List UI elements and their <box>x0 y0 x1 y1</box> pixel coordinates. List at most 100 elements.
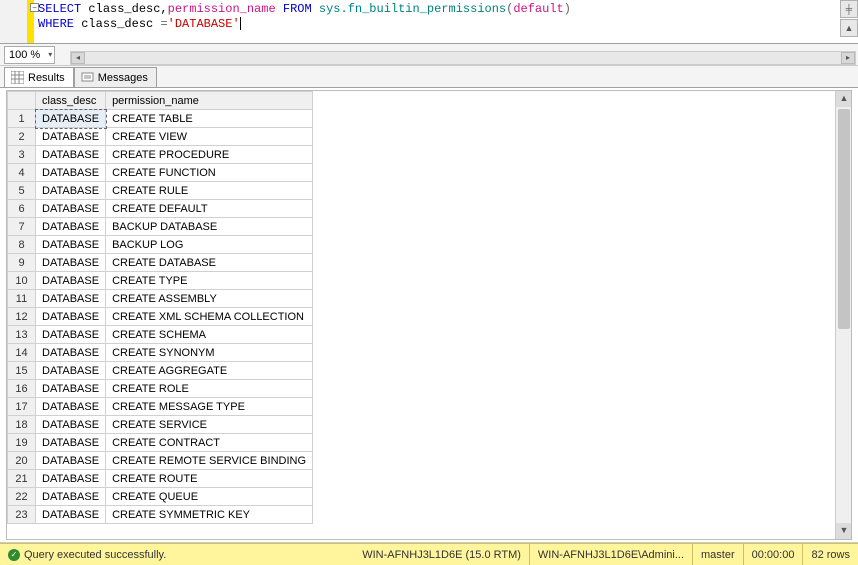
cell-class-desc[interactable]: DATABASE <box>36 380 106 398</box>
cell-permission-name[interactable]: CREATE VIEW <box>106 128 313 146</box>
cell-class-desc[interactable]: DATABASE <box>36 110 106 128</box>
cell-class-desc[interactable]: DATABASE <box>36 128 106 146</box>
cell-permission-name[interactable]: CREATE REMOTE SERVICE BINDING <box>106 452 313 470</box>
zoom-select[interactable]: 100 % <box>4 46 55 64</box>
row-number[interactable]: 2 <box>8 128 36 146</box>
row-number[interactable]: 13 <box>8 326 36 344</box>
vscroll-down-icon[interactable]: ▼ <box>836 523 852 539</box>
table-row[interactable]: 5DATABASECREATE RULE <box>8 182 313 200</box>
vscroll-up-icon[interactable]: ▲ <box>836 91 852 107</box>
cell-class-desc[interactable]: DATABASE <box>36 416 106 434</box>
table-row[interactable]: 6DATABASECREATE DEFAULT <box>8 200 313 218</box>
editor-scroll-up-icon[interactable]: ▲ <box>840 19 858 37</box>
cell-permission-name[interactable]: CREATE SYNONYM <box>106 344 313 362</box>
cell-class-desc[interactable]: DATABASE <box>36 434 106 452</box>
cell-class-desc[interactable]: DATABASE <box>36 164 106 182</box>
cell-class-desc[interactable]: DATABASE <box>36 290 106 308</box>
cell-class-desc[interactable]: DATABASE <box>36 326 106 344</box>
cell-permission-name[interactable]: CREATE PROCEDURE <box>106 146 313 164</box>
tab-messages[interactable]: Messages <box>74 67 157 87</box>
table-row[interactable]: 22DATABASECREATE QUEUE <box>8 488 313 506</box>
editor-splitter-icon[interactable]: ╪ <box>840 0 858 18</box>
cell-permission-name[interactable]: BACKUP DATABASE <box>106 218 313 236</box>
cell-class-desc[interactable]: DATABASE <box>36 398 106 416</box>
table-row[interactable]: 16DATABASECREATE ROLE <box>8 380 313 398</box>
cell-class-desc[interactable]: DATABASE <box>36 452 106 470</box>
results-grid[interactable]: class_desc permission_name 1DATABASECREA… <box>7 91 313 524</box>
cell-permission-name[interactable]: CREATE DEFAULT <box>106 200 313 218</box>
table-row[interactable]: 17DATABASECREATE MESSAGE TYPE <box>8 398 313 416</box>
cell-class-desc[interactable]: DATABASE <box>36 182 106 200</box>
row-number[interactable]: 17 <box>8 398 36 416</box>
row-number[interactable]: 8 <box>8 236 36 254</box>
cell-class-desc[interactable]: DATABASE <box>36 344 106 362</box>
cell-permission-name[interactable]: CREATE AGGREGATE <box>106 362 313 380</box>
cell-class-desc[interactable]: DATABASE <box>36 470 106 488</box>
table-row[interactable]: 12DATABASECREATE XML SCHEMA COLLECTION <box>8 308 313 326</box>
table-row[interactable]: 7DATABASEBACKUP DATABASE <box>8 218 313 236</box>
row-number[interactable]: 4 <box>8 164 36 182</box>
row-number[interactable]: 12 <box>8 308 36 326</box>
row-number[interactable]: 20 <box>8 452 36 470</box>
cell-permission-name[interactable]: CREATE SYMMETRIC KEY <box>106 506 313 524</box>
cell-class-desc[interactable]: DATABASE <box>36 254 106 272</box>
cell-permission-name[interactable]: CREATE DATABASE <box>106 254 313 272</box>
row-number[interactable]: 9 <box>8 254 36 272</box>
cell-class-desc[interactable]: DATABASE <box>36 308 106 326</box>
vscroll-thumb[interactable] <box>838 109 850 329</box>
table-row[interactable]: 21DATABASECREATE ROUTE <box>8 470 313 488</box>
row-number[interactable]: 5 <box>8 182 36 200</box>
row-number[interactable]: 18 <box>8 416 36 434</box>
cell-permission-name[interactable]: CREATE ASSEMBLY <box>106 290 313 308</box>
table-row[interactable]: 18DATABASECREATE SERVICE <box>8 416 313 434</box>
cell-class-desc[interactable]: DATABASE <box>36 236 106 254</box>
cell-class-desc[interactable]: DATABASE <box>36 272 106 290</box>
grid-corner[interactable] <box>8 92 36 110</box>
table-row[interactable]: 10DATABASECREATE TYPE <box>8 272 313 290</box>
cell-permission-name[interactable]: BACKUP LOG <box>106 236 313 254</box>
cell-permission-name[interactable]: CREATE FUNCTION <box>106 164 313 182</box>
sql-editor[interactable]: − SELECT class_desc,permission_name FROM… <box>0 0 858 44</box>
table-row[interactable]: 1DATABASECREATE TABLE <box>8 110 313 128</box>
row-number[interactable]: 22 <box>8 488 36 506</box>
row-number[interactable]: 14 <box>8 344 36 362</box>
col-permission-name[interactable]: permission_name <box>106 92 313 110</box>
cell-permission-name[interactable]: CREATE SERVICE <box>106 416 313 434</box>
cell-class-desc[interactable]: DATABASE <box>36 488 106 506</box>
cell-class-desc[interactable]: DATABASE <box>36 506 106 524</box>
cell-permission-name[interactable]: CREATE SCHEMA <box>106 326 313 344</box>
table-row[interactable]: 8DATABASEBACKUP LOG <box>8 236 313 254</box>
row-number[interactable]: 3 <box>8 146 36 164</box>
row-number[interactable]: 23 <box>8 506 36 524</box>
cell-permission-name[interactable]: CREATE ROUTE <box>106 470 313 488</box>
table-row[interactable]: 15DATABASECREATE AGGREGATE <box>8 362 313 380</box>
editor-hscroll[interactable]: ◂ ▸ <box>70 51 856 65</box>
table-row[interactable]: 2DATABASECREATE VIEW <box>8 128 313 146</box>
table-row[interactable]: 19DATABASECREATE CONTRACT <box>8 434 313 452</box>
col-class-desc[interactable]: class_desc <box>36 92 106 110</box>
table-row[interactable]: 13DATABASECREATE SCHEMA <box>8 326 313 344</box>
results-vscroll[interactable]: ▲ ▼ <box>835 91 851 539</box>
editor-text[interactable]: SELECT class_desc,permission_name FROM s… <box>38 2 834 32</box>
cell-permission-name[interactable]: CREATE ROLE <box>106 380 313 398</box>
table-row[interactable]: 20DATABASECREATE REMOTE SERVICE BINDING <box>8 452 313 470</box>
row-number[interactable]: 10 <box>8 272 36 290</box>
row-number[interactable]: 15 <box>8 362 36 380</box>
row-number[interactable]: 7 <box>8 218 36 236</box>
cell-permission-name[interactable]: CREATE MESSAGE TYPE <box>106 398 313 416</box>
table-row[interactable]: 3DATABASECREATE PROCEDURE <box>8 146 313 164</box>
cell-class-desc[interactable]: DATABASE <box>36 200 106 218</box>
cell-permission-name[interactable]: CREATE QUEUE <box>106 488 313 506</box>
row-number[interactable]: 19 <box>8 434 36 452</box>
row-number[interactable]: 6 <box>8 200 36 218</box>
row-number[interactable]: 1 <box>8 110 36 128</box>
table-row[interactable]: 14DATABASECREATE SYNONYM <box>8 344 313 362</box>
cell-permission-name[interactable]: CREATE TYPE <box>106 272 313 290</box>
cell-class-desc[interactable]: DATABASE <box>36 146 106 164</box>
cell-class-desc[interactable]: DATABASE <box>36 218 106 236</box>
table-row[interactable]: 23DATABASECREATE SYMMETRIC KEY <box>8 506 313 524</box>
cell-permission-name[interactable]: CREATE XML SCHEMA COLLECTION <box>106 308 313 326</box>
tab-results[interactable]: Results <box>4 67 74 87</box>
table-row[interactable]: 11DATABASECREATE ASSEMBLY <box>8 290 313 308</box>
row-number[interactable]: 21 <box>8 470 36 488</box>
